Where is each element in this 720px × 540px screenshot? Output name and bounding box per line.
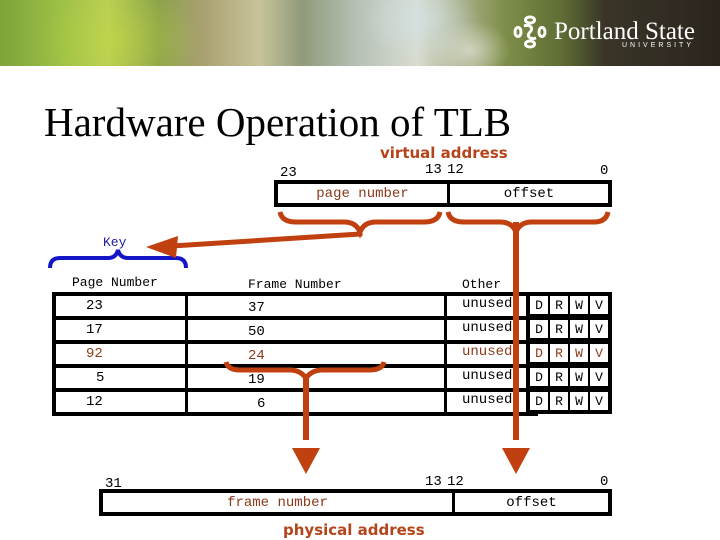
- page-to-key-arrowhead: [146, 236, 178, 258]
- offset-arrowhead: [502, 448, 530, 474]
- frame-brace: [223, 361, 387, 383]
- page-to-key-arrow-line: [171, 231, 363, 249]
- frame-arrowhead: [292, 448, 320, 474]
- diagram-arrows: [48, 211, 611, 474]
- page-number-brace: [277, 211, 443, 239]
- offset-brace: [445, 211, 611, 239]
